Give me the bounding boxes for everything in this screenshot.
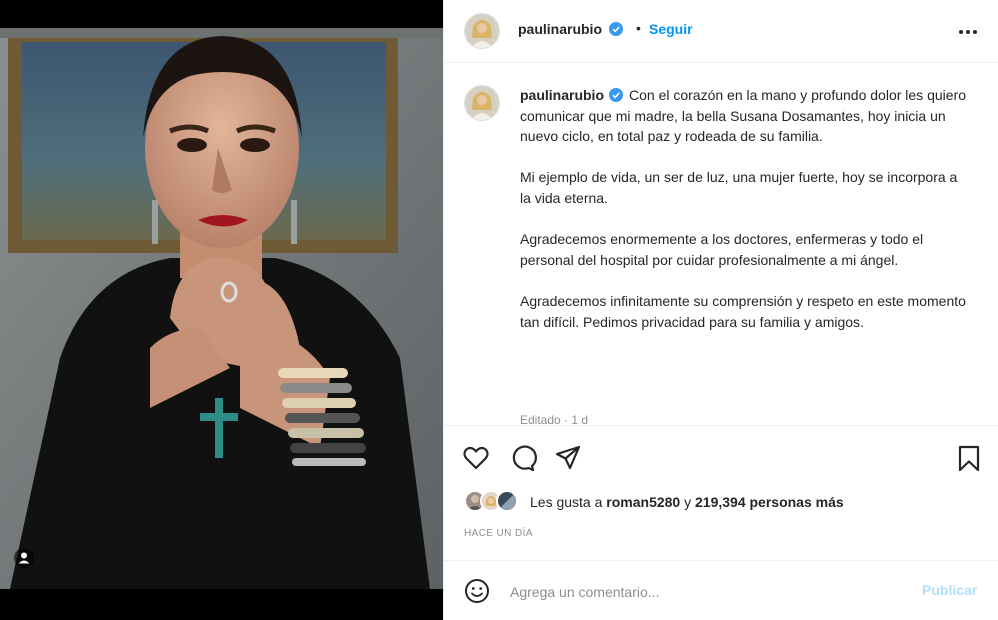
comment-icon[interactable] xyxy=(507,443,537,473)
more-options-icon[interactable] xyxy=(956,22,980,42)
post-header: paulinarubio • Seguir xyxy=(444,0,998,63)
likes-count-link[interactable]: 219,394 personas más xyxy=(695,494,844,510)
likes-text: Les gusta a roman5280 y 219,394 personas… xyxy=(530,494,844,510)
portrait-image xyxy=(0,28,443,589)
edited-label: Editado · 1 d xyxy=(520,413,589,426)
avatar-image xyxy=(465,14,499,48)
post-photo[interactable] xyxy=(0,28,443,589)
avatar[interactable] xyxy=(464,13,500,49)
caption-avatar[interactable] xyxy=(464,85,500,121)
caption-paragraph: paulinarubio Con el corazón en la mano y … xyxy=(520,85,970,147)
bookmark-icon[interactable] xyxy=(954,443,984,473)
caption-username[interactable]: paulinarubio xyxy=(520,87,604,103)
publish-button[interactable]: Publicar xyxy=(922,582,977,598)
tag-person-icon[interactable] xyxy=(14,548,34,568)
likes-prefix: Les gusta a xyxy=(530,494,603,510)
follow-button[interactable]: Seguir xyxy=(649,21,693,37)
verified-badge-icon xyxy=(608,22,623,36)
caption-paragraph: Agradecemos enormemente a los doctores, … xyxy=(520,231,924,268)
likes-connector: y xyxy=(684,494,692,510)
action-bar xyxy=(444,440,998,480)
post-caption: paulinarubio Con el corazón en la mano y … xyxy=(520,85,970,353)
post-timestamp[interactable]: HACE UN DÍA xyxy=(464,528,533,539)
separator-dot: • xyxy=(636,20,641,36)
liker-avatar[interactable] xyxy=(496,490,518,512)
likes-row: Les gusta a roman5280 y 219,394 personas… xyxy=(464,490,984,516)
avatar-image xyxy=(465,86,499,120)
header-username[interactable]: paulinarubio xyxy=(518,21,602,37)
comment-bar: Publicar xyxy=(444,560,998,620)
heart-icon[interactable] xyxy=(461,443,491,473)
header-username-group: paulinarubio xyxy=(518,21,623,37)
post-sidebar: paulinarubio • Seguir paulinarubio Con e… xyxy=(443,0,998,620)
liker-avatar-image xyxy=(498,492,516,510)
likes-user-link[interactable]: roman5280 xyxy=(606,494,680,510)
caption-paragraph: Agradecemos infinitamente su comprensión… xyxy=(520,292,966,330)
post-media[interactable] xyxy=(0,0,443,620)
comment-input[interactable] xyxy=(508,577,892,607)
caption-area[interactable]: paulinarubio Con el corazón en la mano y … xyxy=(444,63,998,426)
caption-paragraph: Mi ejemplo de vida, un ser de luz, una m… xyxy=(520,169,958,206)
share-icon[interactable] xyxy=(553,443,583,473)
emoji-icon[interactable] xyxy=(464,578,490,604)
verified-badge-icon xyxy=(609,88,623,102)
